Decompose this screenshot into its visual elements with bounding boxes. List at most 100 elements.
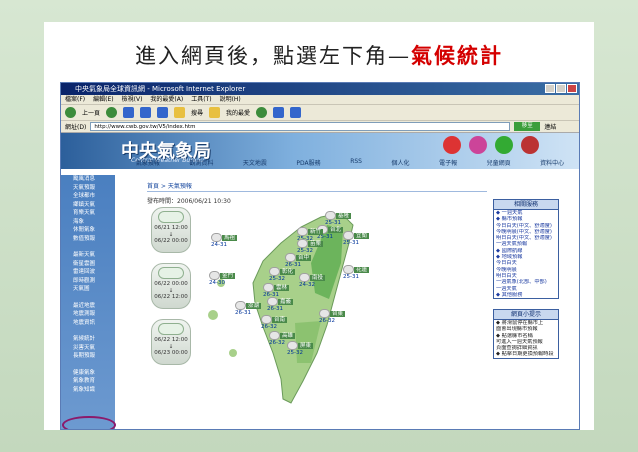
home-icon[interactable] (157, 107, 169, 118)
nav-item[interactable]: 個人化 (392, 158, 410, 167)
city-forecast[interactable]: 馬祖 24-31 (211, 233, 238, 248)
menu-item[interactable]: 說明(H) (220, 96, 241, 103)
favorites-icon[interactable] (209, 107, 221, 118)
menu-item[interactable]: 編輯(E) (93, 96, 113, 103)
sidebar-item[interactable]: 數值預報 (61, 235, 115, 244)
sidebar-item[interactable]: 全球都市 (61, 192, 115, 201)
city-name[interactable]: 基隆 (336, 213, 352, 219)
links-label[interactable]: 連結 (544, 122, 556, 131)
mail-icon[interactable] (273, 107, 285, 118)
sidebar-item[interactable]: 鄉鎮天氣 (61, 201, 115, 210)
nav-item[interactable]: 兒童網頁 (487, 158, 511, 167)
back-icon[interactable] (65, 107, 76, 118)
menu-item[interactable]: 我的最愛(A) (150, 96, 183, 103)
menu-item[interactable]: 檢視(V) (122, 96, 143, 103)
city-forecast[interactable]: 基隆 25-31 (325, 211, 352, 226)
menu-item[interactable]: 工具(T) (191, 96, 211, 103)
city-forecast[interactable]: 彰化 25-32 (269, 267, 296, 282)
city-name[interactable]: 苗栗 (308, 241, 324, 247)
go-button[interactable]: 移至 (514, 122, 541, 131)
sidebar-item[interactable]: 颱風消息 (61, 175, 115, 184)
forecast-period-card[interactable]: 06/21 12:00 ↓ 06/22 00:00 (151, 207, 191, 253)
city-forecast[interactable]: 台東 26-32 (319, 309, 346, 324)
related-link[interactable]: 今日白天(中文、舒適度) (494, 223, 558, 229)
sidebar-item[interactable]: 天氣圖 (61, 285, 115, 294)
menu-item[interactable]: 檔案(F) (65, 96, 85, 103)
sitemap-icon[interactable] (495, 136, 513, 154)
sidebar-item[interactable]: 海象 (61, 218, 115, 227)
city-name[interactable]: 澎湖 (246, 303, 262, 309)
city-name[interactable]: 宜蘭 (354, 233, 370, 239)
city-name[interactable]: 屏東 (298, 343, 314, 349)
chinese-icon[interactable] (469, 136, 487, 154)
mailbox-icon[interactable] (521, 136, 539, 154)
refresh-icon[interactable] (140, 107, 152, 118)
city-forecast[interactable]: 台南 26-32 (261, 315, 288, 330)
sidebar-item[interactable]: 最新天氣 (61, 251, 115, 260)
nav-item[interactable]: 氣象預報 (136, 158, 160, 167)
sidebar-item[interactable]: 災害天氣 (61, 344, 115, 353)
sidebar-item[interactable]: 育樂天氣 (61, 209, 115, 218)
city-forecast[interactable]: 金門 24-30 (209, 271, 236, 286)
sidebar-item[interactable]: 衛星雲圖 (61, 260, 115, 269)
sidebar-item[interactable]: 長期預報 (61, 352, 115, 361)
city-forecast[interactable]: 南投 24-32 (299, 273, 326, 288)
sidebar-item[interactable]: 休閒氣象 (61, 226, 115, 235)
stop-icon[interactable] (123, 107, 135, 118)
search-label[interactable]: 搜尋 (191, 108, 203, 117)
back-label[interactable]: 上一頁 (82, 108, 100, 117)
city-name[interactable]: 高雄 (280, 333, 296, 339)
city-name[interactable]: 台中 (296, 255, 312, 261)
search-icon[interactable] (174, 107, 186, 118)
sidebar-item[interactable]: 地震測報 (61, 310, 115, 319)
city-forecast[interactable]: 宜蘭 25-31 (343, 231, 370, 246)
sidebar-item[interactable]: 健康氣象 (61, 369, 115, 378)
city-forecast[interactable]: 台中 26-31 (285, 253, 312, 268)
nav-item[interactable]: RSS (350, 158, 362, 167)
city-forecast[interactable]: 屏東 25-32 (287, 341, 314, 356)
city-forecast[interactable]: 花蓮 25-31 (343, 265, 370, 280)
close-button[interactable] (567, 84, 577, 93)
sidebar-item[interactable]: 天氣預報 (61, 184, 115, 193)
sidebar-item[interactable]: 最近地震 (61, 302, 115, 311)
minimize-button[interactable] (545, 84, 555, 93)
forecast-period-card[interactable]: 06/22 00:00 ↓ 06/22 12:00 (151, 263, 191, 309)
city-name[interactable]: 嘉義 (278, 299, 294, 305)
city-name[interactable]: 新竹 (308, 229, 324, 235)
city-name[interactable]: 彰化 (280, 269, 296, 275)
forward-icon[interactable] (106, 107, 118, 118)
nav-item[interactable]: 天文地震 (243, 158, 267, 167)
city-name[interactable]: 馬祖 (222, 235, 238, 241)
sidebar-item[interactable]: 氣象知識 (61, 386, 115, 395)
english-icon[interactable] (443, 136, 461, 154)
city-name[interactable]: 台南 (272, 317, 288, 323)
nav-item[interactable]: 觀測資料 (189, 158, 213, 167)
history-icon[interactable] (256, 107, 268, 118)
kinmen-island[interactable] (208, 310, 218, 320)
maximize-button[interactable] (556, 84, 566, 93)
breadcrumb[interactable]: 首頁 > 天氣預報 (147, 181, 487, 192)
city-forecast[interactable]: 嘉義 26-31 (267, 297, 294, 312)
sidebar-item[interactable]: 氣象教育 (61, 377, 115, 386)
print-icon[interactable] (290, 107, 302, 118)
nav-item[interactable]: 資料中心 (540, 158, 564, 167)
city-name[interactable]: 台北 (328, 227, 344, 233)
city-forecast[interactable]: 苗栗 25-32 (297, 239, 324, 254)
related-link[interactable]: ◆ 其他服務 (494, 292, 558, 298)
forecast-period-card[interactable]: 06/22 12:00 ↓ 06/23 00:00 (151, 319, 191, 365)
penghu-island[interactable] (229, 349, 237, 357)
sidebar-item[interactable]: 即時觀測 (61, 277, 115, 286)
address-input[interactable]: http://www.cwb.gov.tw/V5/index.htm (90, 122, 511, 131)
city-name[interactable]: 台東 (330, 311, 346, 317)
nav-item[interactable]: 電子報 (439, 158, 457, 167)
city-name[interactable]: 雲林 (274, 285, 290, 291)
city-name[interactable]: 南投 (310, 275, 326, 281)
nav-item[interactable]: PDA服務 (296, 158, 320, 167)
favorites-label[interactable]: 我的最愛 (226, 108, 250, 117)
city-name[interactable]: 金門 (220, 273, 236, 279)
city-forecast[interactable]: 雲林 26-31 (263, 283, 290, 298)
sidebar-item[interactable]: 氣候統計 (61, 335, 115, 344)
sidebar-item[interactable]: 地震資訊 (61, 319, 115, 328)
sidebar-item[interactable]: 雷達回波 (61, 268, 115, 277)
city-forecast[interactable]: 澎湖 26-31 (235, 301, 262, 316)
